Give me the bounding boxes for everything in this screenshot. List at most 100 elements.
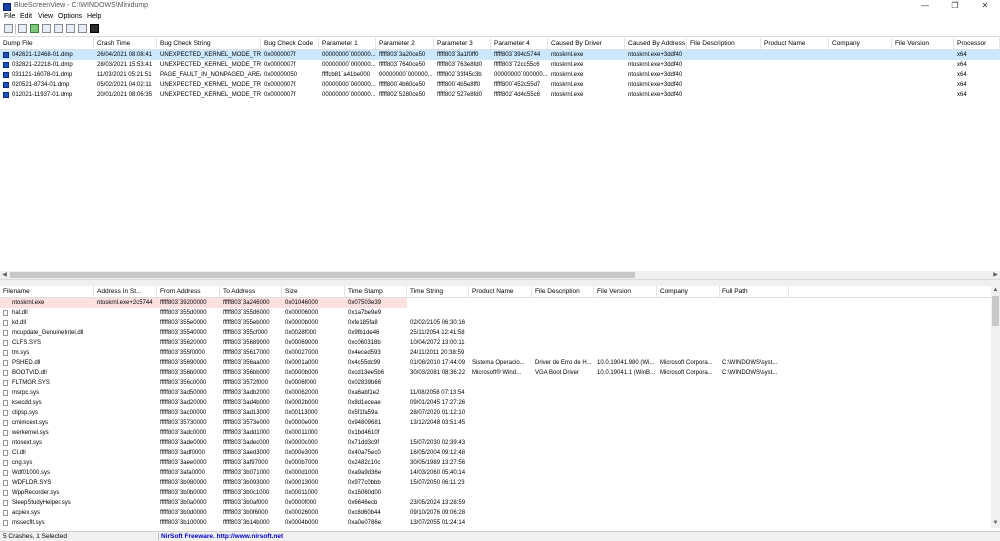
dumps-cell: 00000000`000000...	[322, 82, 376, 88]
drivers-column-header[interactable]: Filename	[0, 286, 94, 297]
drivers-row[interactable]: CI.dll fffff803`3adf0000 fffff803`3aed3000…	[0, 448, 991, 458]
drivers-row[interactable]: SleepStudyHelper.sys fffff803`3b0a0000 fff…	[0, 498, 991, 508]
drivers-column-header[interactable]: From Address	[157, 286, 220, 297]
drivers-row[interactable]: WppRecorder.sys fffff803`3b0b0000 fffff803…	[0, 488, 991, 498]
drivers-cell: fffff803`355d0000	[160, 310, 207, 316]
drivers-cell: 0xfe185fa8	[348, 320, 378, 326]
dumps-column-header[interactable]: Bug Check String	[157, 38, 261, 49]
dumps-column-header[interactable]: File Description	[687, 38, 761, 49]
drivers-column-header[interactable]: Address In St...	[94, 286, 157, 297]
scroll-right-icon[interactable]: ▶	[991, 271, 1000, 279]
dumps-column-header[interactable]: Parameter 2	[376, 38, 434, 49]
drivers-column-header[interactable]: File Version	[594, 286, 657, 297]
copy-icon[interactable]	[42, 24, 51, 33]
drivers-cell	[94, 318, 157, 328]
drivers-vertical-scrollbar[interactable]: ▲ ▼	[991, 286, 1000, 528]
drivers-column-header[interactable]: File Description	[532, 286, 594, 297]
drivers-cell: 23/05/2024 13:28:59	[410, 500, 466, 506]
scroll-left-icon[interactable]: ◀	[0, 271, 9, 279]
drivers-row[interactable]: kd.dll fffff803`355e0000 fffff803`355eb000…	[0, 318, 991, 328]
drivers-cell: 0xa6abf1e2	[348, 390, 380, 396]
properties-icon[interactable]	[4, 24, 13, 33]
drivers-row[interactable]: clipsp.sys fffff803`3ac00000 fffff803`3ad1…	[0, 408, 991, 418]
scroll-down-icon[interactable]: ▼	[991, 519, 1000, 528]
drivers-row[interactable]: mcupdate_GenuineIntel.dll fffff803`355400…	[0, 328, 991, 338]
dumps-column-header[interactable]: Parameter 3	[434, 38, 491, 49]
dumps-cell: ntoskrnl.exe	[551, 92, 584, 98]
dumps-cell: 020521-8734-01.dmp	[12, 82, 70, 88]
dumps-column-header[interactable]: Bug Check Code	[261, 38, 319, 49]
dumps-column-header[interactable]: Product Name	[761, 38, 829, 49]
dumps-horizontal-scrollbar[interactable]: ◀ ▶	[0, 271, 1000, 279]
dumps-column-header[interactable]: Crash Time	[94, 38, 157, 49]
html-report-icon[interactable]	[54, 24, 63, 33]
drivers-row[interactable]: ntoskrnl.exe ntoskrnl.exe+2c5744 fffff803`…	[0, 298, 991, 308]
drivers-row[interactable]: werkernel.sys fffff803`3adc0000 fffff803`3…	[0, 428, 991, 438]
dumps-row[interactable]: 031121-16078-01.dmp 11/03/2021 05:21:51 PA…	[0, 70, 1000, 80]
drivers-row[interactable]: msrpc.sys fffff803`3ad50000 fffff803`3adb2…	[0, 388, 991, 398]
dumps-row[interactable]: 032821-22218-01.dmp 28/03/2021 15:53:41 UN…	[0, 60, 1000, 70]
dumps-row[interactable]: 012021-11937-01.dmp 20/01/2021 08:06:35 UN…	[0, 90, 1000, 100]
menu-file[interactable]: File	[4, 13, 15, 20]
drivers-row[interactable]: cmimcext.sys fffff803`35730000 fffff803`35…	[0, 418, 991, 428]
drivers-column-header[interactable]: To Address	[220, 286, 282, 297]
dumps-column-header[interactable]: Dump File	[0, 38, 94, 49]
menu-help[interactable]: Help	[87, 13, 101, 20]
dumps-cell: x64	[957, 82, 967, 88]
scroll-thumb[interactable]	[10, 272, 635, 278]
refresh-icon[interactable]	[30, 24, 39, 33]
save-icon[interactable]	[18, 24, 27, 33]
close-button[interactable]: ✕	[970, 0, 1000, 12]
maximize-button[interactable]: ❐	[940, 0, 970, 12]
drivers-cell: 16/05/2004 09:12:48	[410, 450, 466, 456]
drivers-row[interactable]: cng.sys fffff803`3aee0000 fffff803`3af9700…	[0, 458, 991, 468]
dumps-column-header[interactable]: Caused By Driver	[548, 38, 625, 49]
dumps-column-header[interactable]: File Version	[892, 38, 954, 49]
drivers-column-header[interactable]: Time Stamp	[345, 286, 407, 297]
dumps-cell: ntoskrnl.exe	[551, 52, 584, 58]
drivers-column-header[interactable]: Product Name	[469, 286, 532, 297]
drivers-column-header[interactable]: Size	[282, 286, 345, 297]
dumps-column-header[interactable]: Processor	[954, 38, 1000, 49]
drivers-row[interactable]: mssecflt.sys fffff803`3b100000 fffff803`3b…	[0, 518, 991, 528]
dumps-column-header[interactable]: Caused By Address	[625, 38, 687, 49]
menu-edit[interactable]: Edit	[20, 13, 32, 20]
scroll-thumb[interactable]	[992, 296, 999, 326]
drivers-row[interactable]: hal.dll fffff803`355d0000 fffff803`355d600…	[0, 308, 991, 318]
dumps-row[interactable]: 042621-12468-01.dmp 26/04/2021 08:08:41 UN…	[0, 50, 1000, 60]
drivers-cell: 0x15060d00	[348, 490, 382, 496]
drivers-row[interactable]: FLTMGR.SYS fffff803`356c0000 fffff803`3572…	[0, 378, 991, 388]
scroll-up-icon[interactable]: ▲	[991, 286, 1000, 295]
drivers-list[interactable]: Filename Address In St... From Address To A…	[0, 286, 991, 531]
menu-options[interactable]: Options	[58, 13, 82, 20]
drivers-row[interactable]: BOOTVID.dll fffff803`356b0000 fffff803`356…	[0, 368, 991, 378]
drivers-row[interactable]: Wdf01000.sys fffff803`3afa0000 fffff803`3b…	[0, 468, 991, 478]
drivers-row[interactable]: acpiex.sys fffff803`3b0d0000 fffff803`3b0f…	[0, 508, 991, 518]
drivers-column-header[interactable]: Time String	[407, 286, 469, 297]
dumps-cell	[892, 60, 954, 70]
dumps-column-header[interactable]: Company	[829, 38, 892, 49]
dumps-cell	[761, 90, 829, 100]
dumps-row[interactable]: 020521-8734-01.dmp 05/02/2021 04:02:11 UNE…	[0, 80, 1000, 90]
drivers-row[interactable]: WDFLDR.SYS fffff803`3b080000 fffff803`3b09…	[0, 478, 991, 488]
dumps-list[interactable]: Dump File Crash Time Bug Check String Bug C…	[0, 38, 1000, 271]
drivers-row[interactable]: ntosext.sys fffff803`3ade0000 fffff803`3ad…	[0, 438, 991, 448]
drivers-column-header[interactable]: Full Path	[719, 286, 789, 297]
dumps-column-header[interactable]: Parameter 4	[491, 38, 548, 49]
drivers-cell: C:\WINDOWS\syst...	[722, 370, 778, 376]
find-icon[interactable]	[66, 24, 75, 33]
minimize-button[interactable]: —	[910, 0, 940, 12]
drivers-row[interactable]: ksecdd.sys fffff803`3ad20000 fffff803`3ad4…	[0, 398, 991, 408]
dumps-cell: x64	[957, 52, 967, 58]
menu-view[interactable]: View	[38, 13, 53, 20]
about-icon[interactable]	[78, 24, 87, 33]
drivers-cell	[594, 378, 657, 388]
drivers-row[interactable]: CLFS.SYS fffff803`35620000 fffff803`356890…	[0, 338, 991, 348]
exit-icon[interactable]	[90, 24, 99, 33]
dumps-column-header[interactable]: Parameter 1	[319, 38, 376, 49]
drivers-column-header[interactable]: Company	[657, 286, 720, 297]
drivers-row[interactable]: PSHED.dll fffff803`35690000 fffff803`356aa…	[0, 358, 991, 368]
drivers-cell	[469, 328, 532, 338]
drivers-row[interactable]: tm.sys fffff803`355f0000 fffff803`35617000…	[0, 348, 991, 358]
drivers-cell	[719, 458, 789, 468]
